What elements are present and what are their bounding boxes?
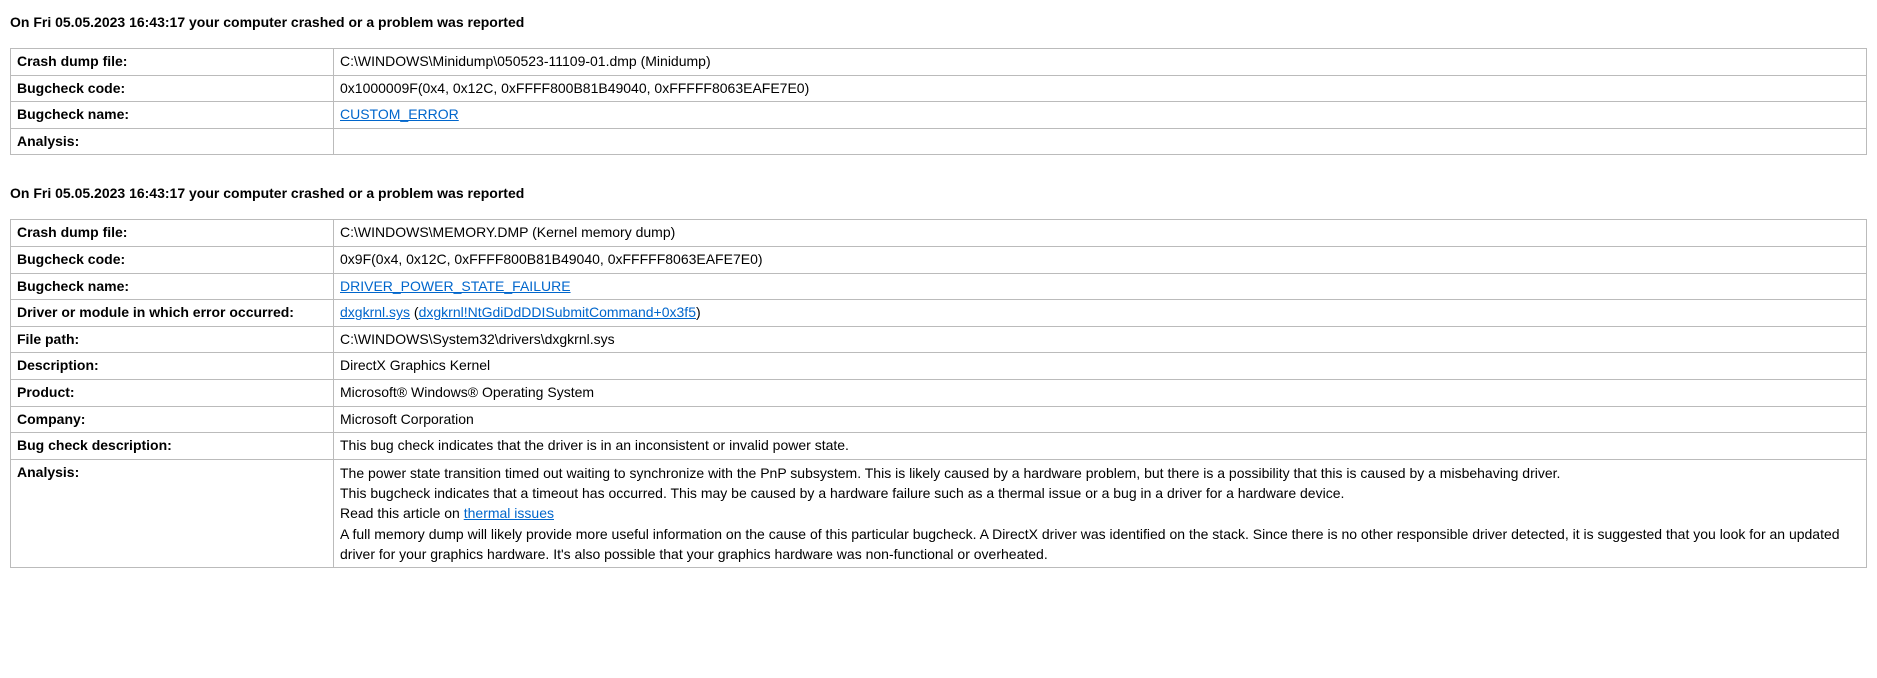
- analysis-text: Read this article on: [340, 505, 464, 521]
- row-file-path: File path: C:\WINDOWS\System32\drivers\d…: [11, 326, 1867, 353]
- value-bugcheck-desc: This bug check indicates that the driver…: [334, 433, 1867, 460]
- thermal-issues-link[interactable]: thermal issues: [464, 505, 554, 521]
- label-bugcheck-name: Bugcheck name:: [11, 273, 334, 300]
- analysis-text: The power state transition timed out wai…: [340, 465, 1560, 481]
- value-dump-file: C:\WINDOWS\MEMORY.DMP (Kernel memory dum…: [334, 220, 1867, 247]
- value-bugcheck-name: DRIVER_POWER_STATE_FAILURE: [334, 273, 1867, 300]
- driver-symbol-link[interactable]: dxgkrnl!NtGdiDdDDISubmitCommand+0x3f5: [419, 304, 696, 320]
- bugcheck-name-link[interactable]: DRIVER_POWER_STATE_FAILURE: [340, 278, 571, 294]
- paren-close: ): [696, 304, 701, 320]
- label-bugcheck-code: Bugcheck code:: [11, 246, 334, 273]
- value-dump-file: C:\WINDOWS\Minidump\050523-11109-01.dmp …: [334, 49, 1867, 76]
- value-product: Microsoft® Windows® Operating System: [334, 379, 1867, 406]
- value-analysis: The power state transition timed out wai…: [334, 459, 1867, 567]
- label-bugcheck-name: Bugcheck name:: [11, 102, 334, 129]
- row-bugcheck-name: Bugcheck name: CUSTOM_ERROR: [11, 102, 1867, 129]
- label-analysis: Analysis:: [11, 459, 334, 567]
- label-company: Company:: [11, 406, 334, 433]
- row-analysis: Analysis:: [11, 128, 1867, 155]
- value-analysis: [334, 128, 1867, 155]
- value-company: Microsoft Corporation: [334, 406, 1867, 433]
- paren-open: (: [410, 304, 419, 320]
- row-analysis: Analysis: The power state transition tim…: [11, 459, 1867, 567]
- crash-header: On Fri 05.05.2023 16:43:17 your computer…: [10, 14, 1867, 30]
- row-description: Description: DirectX Graphics Kernel: [11, 353, 1867, 380]
- label-dump-file: Crash dump file:: [11, 220, 334, 247]
- value-description: DirectX Graphics Kernel: [334, 353, 1867, 380]
- row-company: Company: Microsoft Corporation: [11, 406, 1867, 433]
- crash-header: On Fri 05.05.2023 16:43:17 your computer…: [10, 185, 1867, 201]
- label-description: Description:: [11, 353, 334, 380]
- row-bugcheck-desc: Bug check description: This bug check in…: [11, 433, 1867, 460]
- label-driver-module: Driver or module in which error occurred…: [11, 300, 334, 327]
- label-bugcheck-desc: Bug check description:: [11, 433, 334, 460]
- row-bugcheck-code: Bugcheck code: 0x1000009F(0x4, 0x12C, 0x…: [11, 75, 1867, 102]
- crash-table-1: Crash dump file: C:\WINDOWS\Minidump\050…: [10, 48, 1867, 155]
- label-file-path: File path:: [11, 326, 334, 353]
- label-bugcheck-code: Bugcheck code:: [11, 75, 334, 102]
- value-bugcheck-code: 0x1000009F(0x4, 0x12C, 0xFFFF800B81B4904…: [334, 75, 1867, 102]
- value-file-path: C:\WINDOWS\System32\drivers\dxgkrnl.sys: [334, 326, 1867, 353]
- row-product: Product: Microsoft® Windows® Operating S…: [11, 379, 1867, 406]
- value-driver-module: dxgkrnl.sys (dxgkrnl!NtGdiDdDDISubmitCom…: [334, 300, 1867, 327]
- value-bugcheck-name: CUSTOM_ERROR: [334, 102, 1867, 129]
- bugcheck-name-link[interactable]: CUSTOM_ERROR: [340, 106, 459, 122]
- label-product: Product:: [11, 379, 334, 406]
- row-dump-file: Crash dump file: C:\WINDOWS\Minidump\050…: [11, 49, 1867, 76]
- label-dump-file: Crash dump file:: [11, 49, 334, 76]
- analysis-text: This bugcheck indicates that a timeout h…: [340, 485, 1344, 501]
- row-bugcheck-name: Bugcheck name: DRIVER_POWER_STATE_FAILUR…: [11, 273, 1867, 300]
- label-analysis: Analysis:: [11, 128, 334, 155]
- crash-table-2: Crash dump file: C:\WINDOWS\MEMORY.DMP (…: [10, 219, 1867, 568]
- value-bugcheck-code: 0x9F(0x4, 0x12C, 0xFFFF800B81B49040, 0xF…: [334, 246, 1867, 273]
- driver-file-link[interactable]: dxgkrnl.sys: [340, 304, 410, 320]
- analysis-text: A full memory dump will likely provide m…: [340, 526, 1840, 562]
- row-bugcheck-code: Bugcheck code: 0x9F(0x4, 0x12C, 0xFFFF80…: [11, 246, 1867, 273]
- row-driver-module: Driver or module in which error occurred…: [11, 300, 1867, 327]
- row-dump-file: Crash dump file: C:\WINDOWS\MEMORY.DMP (…: [11, 220, 1867, 247]
